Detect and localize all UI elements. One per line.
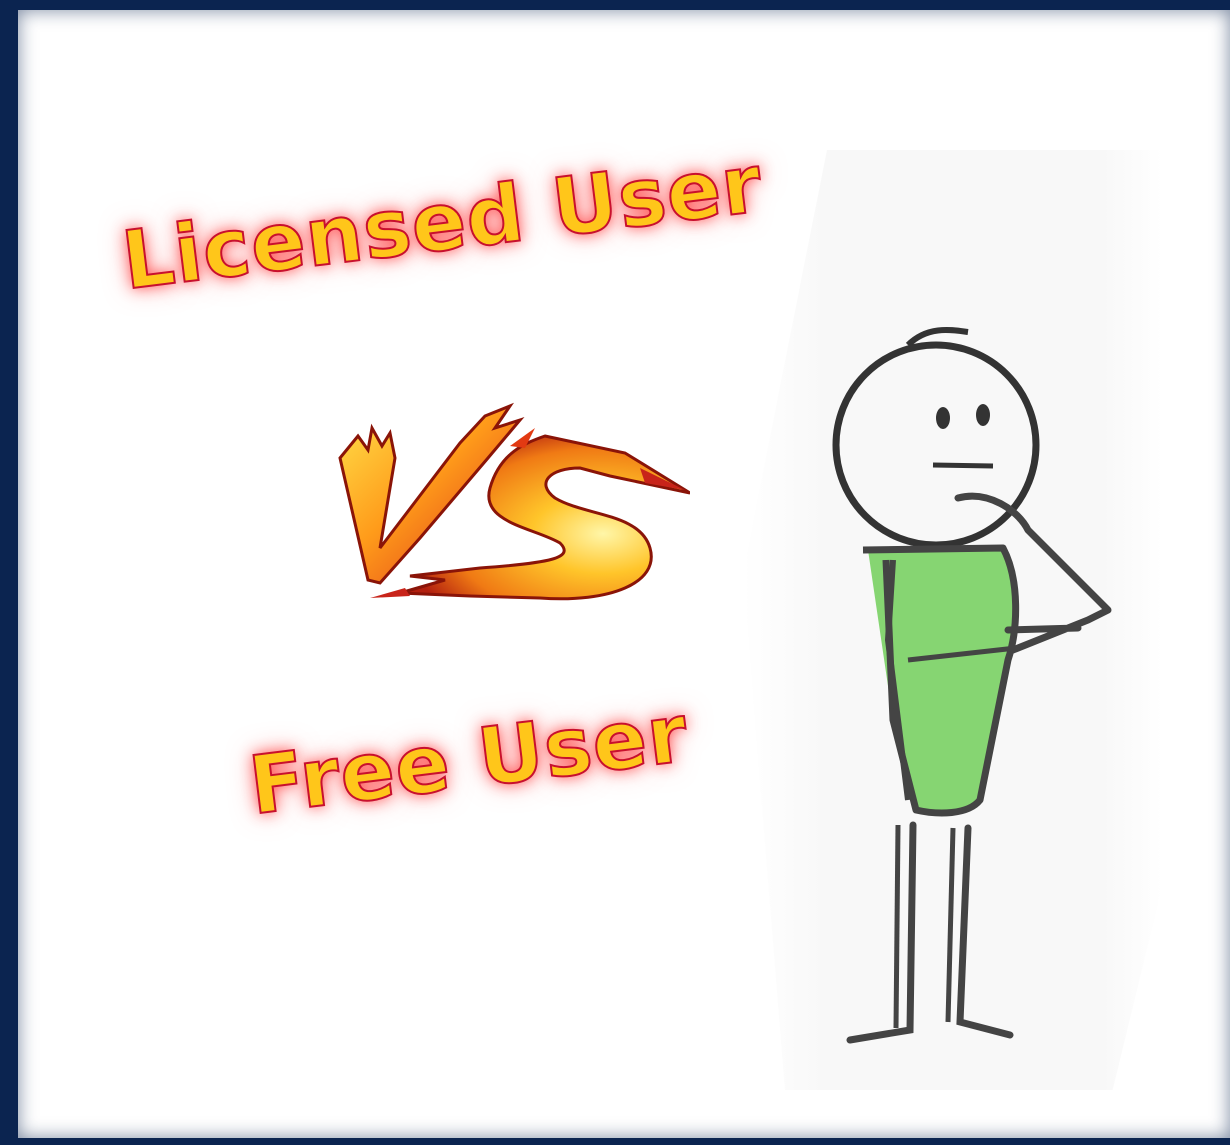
slide-frame: Licensed User Free User: [0, 0, 1230, 1145]
thinking-stick-figure: [832, 327, 1112, 1044]
vs-fire-icon: [338, 402, 690, 601]
free-user-title: Free User: [243, 686, 694, 834]
head-icon: [832, 341, 1040, 549]
licensed-user-title: Licensed User: [116, 136, 768, 309]
slide-canvas: Licensed User Free User: [18, 10, 1230, 1138]
